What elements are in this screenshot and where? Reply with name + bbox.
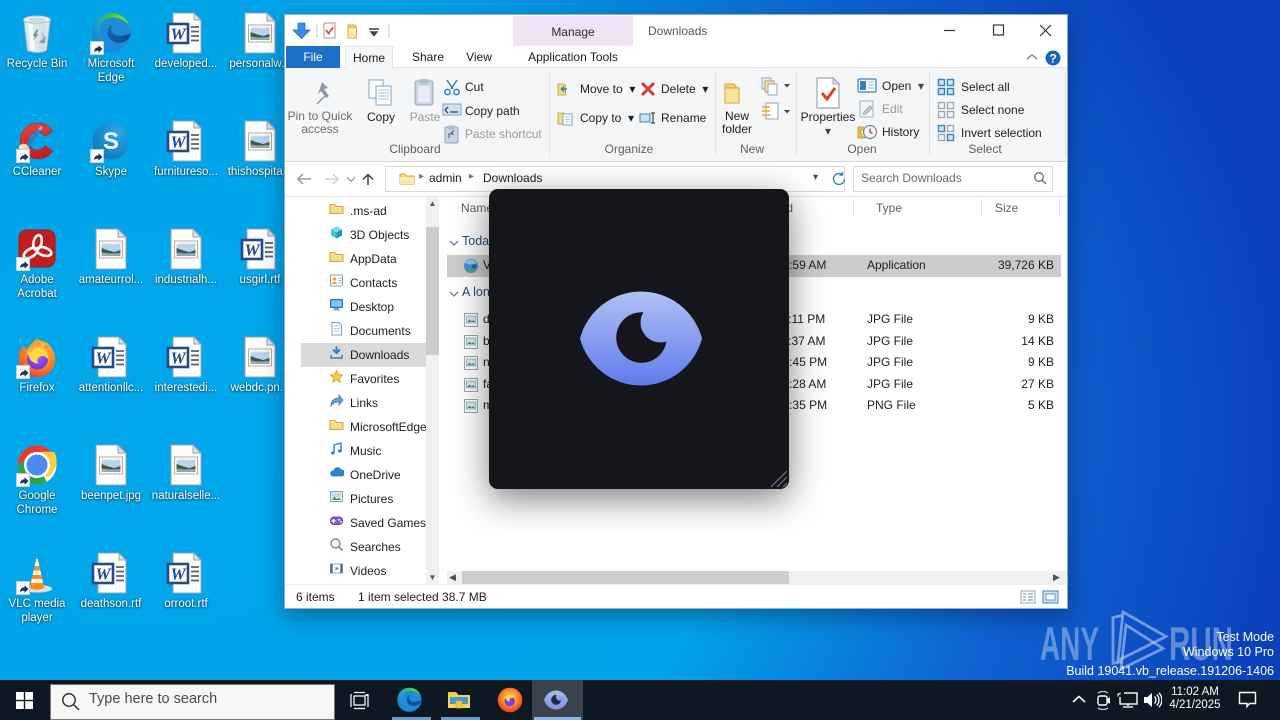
svg-text:?: ? [1049, 52, 1056, 66]
svg-text:W: W [170, 25, 187, 44]
svg-text:W: W [95, 565, 112, 584]
svg-text:W: W [170, 565, 187, 584]
svg-text:W: W [170, 133, 187, 152]
svg-text:W: W [95, 349, 112, 368]
svg-text:W: W [244, 241, 261, 260]
svg-text:S: S [103, 128, 119, 155]
svg-text:W: W [170, 349, 187, 368]
